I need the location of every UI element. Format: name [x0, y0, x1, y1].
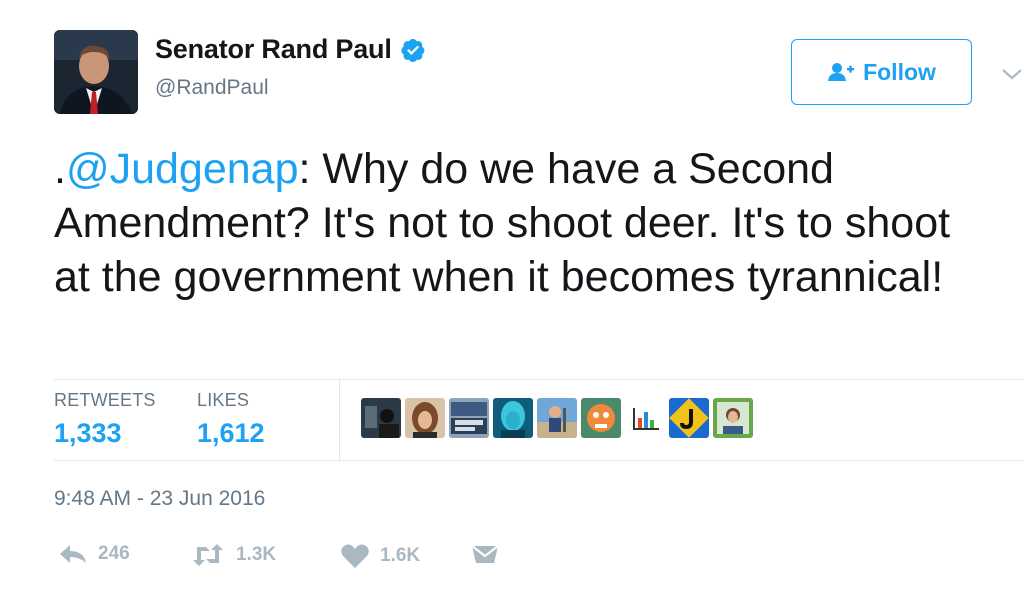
- envelope-icon: [471, 545, 499, 563]
- liker-photo: [581, 398, 621, 438]
- reply-button[interactable]: 246: [58, 543, 130, 565]
- retweet-count: 1.3K: [236, 544, 277, 565]
- heart-icon: [341, 544, 369, 568]
- reply-icon: [60, 545, 86, 563]
- liker-photo: [625, 398, 665, 438]
- tweet-timestamp[interactable]: 9:48 AM - 23 Jun 2016: [54, 487, 265, 511]
- tweet-text: .@Judgenap: Why do we have a Second Amen…: [54, 142, 954, 304]
- liker-avatar[interactable]: [361, 398, 401, 438]
- stats-vertical-divider: [339, 380, 340, 460]
- liker-avatar[interactable]: [493, 398, 533, 438]
- liker-avatar[interactable]: [669, 398, 709, 438]
- user-handle[interactable]: @RandPaul: [155, 76, 269, 100]
- liker-photo: [493, 398, 533, 438]
- verified-badge-icon: [401, 38, 425, 62]
- retweets-label: RETWEETS: [54, 390, 156, 410]
- retweet-button[interactable]: 1.3K: [190, 543, 276, 567]
- liker-photo: [449, 398, 489, 438]
- liker-avatar[interactable]: [625, 398, 665, 438]
- chevron-down-icon[interactable]: [1000, 64, 1024, 84]
- liker-avatar[interactable]: [581, 398, 621, 438]
- stats-top-divider: [54, 379, 1024, 380]
- liker-avatar[interactable]: [537, 398, 577, 438]
- user-name-row: Senator Rand Paul: [155, 34, 426, 65]
- liker-photo: [713, 398, 753, 438]
- follow-button[interactable]: Follow: [791, 39, 972, 105]
- likes-label: LIKES: [197, 390, 250, 410]
- liker-avatar[interactable]: [405, 398, 445, 438]
- liker-avatar[interactable]: [713, 398, 753, 438]
- direct-message-button[interactable]: [470, 543, 500, 567]
- reply-count: 246: [98, 543, 130, 564]
- liker-photo: [537, 398, 577, 438]
- profile-avatar[interactable]: [54, 30, 138, 114]
- like-count: 1.6K: [380, 545, 421, 566]
- follow-button-label: Follow: [863, 58, 936, 85]
- profile-photo: [54, 30, 138, 114]
- like-button[interactable]: 1.6K: [340, 543, 420, 569]
- stats-bottom-divider: [54, 460, 1024, 461]
- tweet-mention-link[interactable]: @Judgenap: [66, 145, 299, 193]
- add-user-icon: [828, 63, 855, 81]
- user-name[interactable]: Senator Rand Paul: [155, 34, 392, 65]
- liker-photo: [405, 398, 445, 438]
- likes-count[interactable]: 1,612: [197, 418, 265, 449]
- retweet-icon: [193, 544, 223, 566]
- tweet-prefix: .: [54, 145, 66, 193]
- liker-photo: [361, 398, 401, 438]
- likers-avatar-strip: [361, 398, 753, 438]
- liker-avatar[interactable]: [449, 398, 489, 438]
- liker-photo: [669, 398, 709, 438]
- retweets-count[interactable]: 1,333: [54, 418, 122, 449]
